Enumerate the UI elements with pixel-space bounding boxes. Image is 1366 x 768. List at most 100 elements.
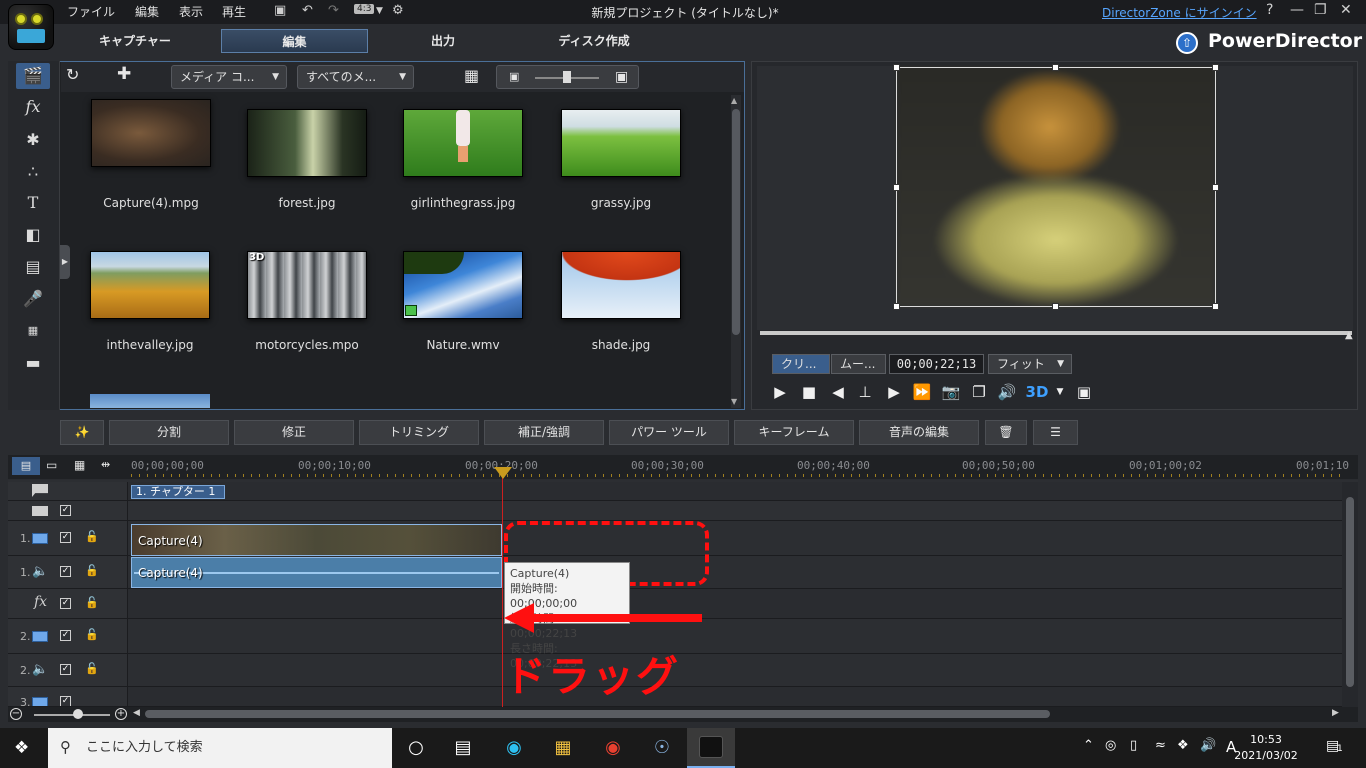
track-enable-checkbox[interactable]: ✓: [60, 505, 71, 516]
dropbox-icon[interactable]: ❖: [1177, 738, 1189, 753]
audio-mixing-icon[interactable]: ▤: [16, 254, 50, 280]
resize-handle[interactable]: [893, 184, 900, 191]
media-item[interactable]: [403, 109, 523, 177]
menu-view[interactable]: 表示: [179, 3, 203, 20]
media-item[interactable]: [91, 99, 211, 189]
enhance-button[interactable]: 補正/強調: [484, 420, 604, 445]
seek-end-marker-icon[interactable]: ▲: [1345, 330, 1353, 341]
undock-icon[interactable]: ❐: [967, 381, 991, 403]
disc-app-icon[interactable]: ☉: [642, 735, 682, 761]
resize-handle[interactable]: [1052, 303, 1059, 310]
zoom-slider-track[interactable]: [34, 714, 110, 716]
speaker-icon[interactable]: 🔊: [1200, 738, 1216, 753]
media-item[interactable]: [90, 394, 210, 408]
lock-icon[interactable]: 🔓: [85, 564, 99, 577]
upgrade-icon[interactable]: ⇧: [1176, 32, 1198, 54]
media-item[interactable]: [561, 251, 681, 319]
split-marker-icon[interactable]: ⊥: [853, 381, 877, 403]
app-logo[interactable]: [8, 4, 54, 50]
pip-room-icon[interactable]: ✱: [16, 127, 50, 153]
next-frame-icon[interactable]: ▶: [882, 381, 906, 403]
subtitle-room-icon[interactable]: ▬: [16, 350, 50, 376]
audio-clip[interactable]: Capture(4): [131, 557, 502, 588]
keyframe-button[interactable]: キーフレーム: [734, 420, 854, 445]
zoom-out-icon[interactable]: −: [10, 708, 22, 720]
track-enable-checkbox[interactable]: ✓: [60, 566, 71, 577]
redo-icon[interactable]: ↷: [328, 3, 339, 18]
track-enable-checkbox[interactable]: ✓: [60, 696, 71, 706]
show-hidden-icons[interactable]: ⌃: [1083, 738, 1094, 753]
taskbar-search-input[interactable]: ここに入力して検索: [48, 728, 392, 768]
title-room-icon[interactable]: T: [16, 190, 50, 216]
scroll-right-icon[interactable]: ▶: [1332, 708, 1339, 718]
delete-button[interactable]: 🗑: [985, 420, 1027, 445]
movie-mode-toggle[interactable]: ムー...: [831, 354, 886, 374]
preview-seekbar[interactable]: [760, 331, 1352, 335]
tab-output[interactable]: 出力: [400, 29, 486, 53]
resize-handle[interactable]: [1212, 303, 1219, 310]
volume-icon[interactable]: 🔊: [995, 381, 1019, 403]
media-room-icon[interactable]: 🎬: [16, 63, 50, 89]
fast-forward-icon[interactable]: ⏩: [910, 381, 934, 403]
taskbar-powerdirector-app[interactable]: [687, 728, 735, 768]
scrollbar-thumb[interactable]: [732, 109, 740, 335]
stop-icon[interactable]: ■: [797, 381, 821, 403]
menu-play[interactable]: 再生: [222, 3, 246, 20]
lock-icon[interactable]: 🔓: [85, 596, 99, 609]
track-manager-button[interactable]: ☰: [1033, 420, 1078, 445]
chapter-room-icon[interactable]: ▦: [16, 318, 50, 344]
tab-disc[interactable]: ディスク作成: [540, 29, 648, 53]
lock-icon[interactable]: 🔓: [85, 662, 99, 675]
split-button[interactable]: 分割: [109, 420, 229, 445]
media-item[interactable]: [403, 251, 523, 319]
video-clip[interactable]: Capture(4): [131, 524, 502, 556]
edge-browser-icon[interactable]: ◉: [494, 735, 534, 761]
previous-frame-icon[interactable]: ◀: [826, 381, 850, 403]
lock-icon[interactable]: 🔓: [85, 628, 99, 641]
restore-button[interactable]: ❐: [1314, 2, 1327, 18]
media-type-dropdown[interactable]: すべてのメ... ▼: [297, 65, 414, 89]
selection-box[interactable]: [893, 64, 1219, 310]
track-enable-checkbox[interactable]: ✓: [60, 598, 71, 609]
library-filter-dropdown[interactable]: メディア コ... ▼: [171, 65, 287, 89]
menu-file[interactable]: ファイル: [67, 3, 115, 20]
minimize-button[interactable]: —: [1290, 2, 1304, 18]
fit-timeline-icon[interactable]: ⇹: [101, 458, 110, 471]
fix-button[interactable]: 修正: [234, 420, 354, 445]
zoom-fit-dropdown[interactable]: フィット ▼: [988, 354, 1072, 374]
play-icon[interactable]: ▶: [768, 381, 792, 403]
zoom-slider-thumb[interactable]: [73, 709, 83, 719]
menu-edit[interactable]: 編集: [135, 3, 159, 20]
storyboard-view-icon[interactable]: ▭: [46, 458, 57, 472]
tab-edit[interactable]: 編集: [221, 29, 368, 53]
timeline-hscroll-thumb[interactable]: [145, 710, 1050, 718]
media-item[interactable]: [247, 109, 367, 177]
clip-mode-toggle[interactable]: クリ...: [772, 354, 830, 374]
timeline-view-icon[interactable]: ▤: [12, 457, 40, 475]
chrome-icon[interactable]: ◉: [593, 735, 633, 761]
scroll-up-icon[interactable]: ▲: [731, 96, 737, 105]
voiceover-icon[interactable]: 🎤: [16, 286, 50, 312]
track-enable-checkbox[interactable]: ✓: [60, 664, 71, 675]
sort-grid-icon[interactable]: ▦: [464, 66, 479, 85]
directorzone-signin-link[interactable]: DirectorZone にサインイン: [1102, 4, 1257, 21]
power-tools-button[interactable]: パワー ツール: [609, 420, 729, 445]
magic-tools-button[interactable]: ✨: [60, 420, 104, 445]
snapshot-camera-icon[interactable]: 📷: [939, 381, 963, 403]
tab-capture[interactable]: キャプチャー: [80, 29, 190, 53]
aspect-ratio-toggle[interactable]: 4:3: [354, 4, 375, 14]
trim-button[interactable]: トリミング: [359, 420, 479, 445]
resize-handle[interactable]: [1212, 64, 1219, 71]
expand-panel-handle[interactable]: ▶: [60, 245, 70, 279]
add-track-icon[interactable]: ▦: [74, 458, 85, 472]
slider-thumb[interactable]: [563, 71, 571, 83]
fx-room-icon[interactable]: fx: [16, 94, 50, 120]
chevron-down-icon[interactable]: ▼: [376, 6, 383, 16]
zoom-in-icon[interactable]: +: [115, 708, 127, 720]
close-button[interactable]: ✕: [1340, 2, 1352, 18]
track-enable-checkbox[interactable]: ✓: [60, 532, 71, 543]
plugin-icon[interactable]: ✚: [117, 64, 131, 84]
particle-room-icon[interactable]: ∴: [16, 159, 50, 185]
resize-handle[interactable]: [1052, 64, 1059, 71]
transition-room-icon[interactable]: ◧: [16, 222, 50, 248]
